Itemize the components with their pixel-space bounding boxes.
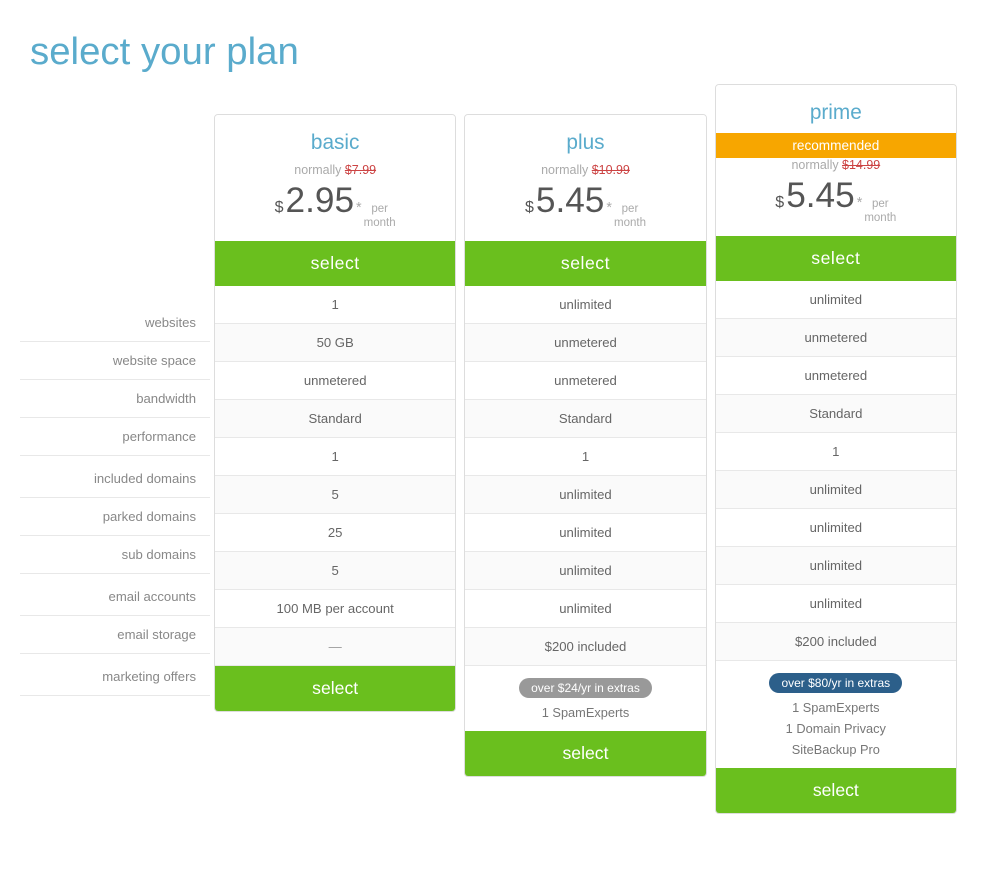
feature-label-marketing-offers: marketing offers (20, 658, 210, 696)
plus-original-price: $10.99 (592, 163, 630, 177)
prime-recommended-badge: recommended (716, 133, 956, 158)
feature-label-bandwidth: bandwidth (20, 380, 210, 418)
plus-feature-bandwidth: unmetered (465, 362, 705, 400)
prime-normally: normally $14.99 (726, 158, 946, 172)
prime-extras: over $80/yr in extras 1 SpamExperts 1 Do… (716, 661, 956, 768)
prime-feature-email-accounts: unlimited (716, 547, 956, 585)
plus-price-amount: 5.45 (536, 181, 605, 221)
plus-feature-marketing: $200 included (465, 628, 705, 666)
basic-feature-performance: Standard (215, 400, 455, 438)
feature-label-email-storage: email storage (20, 616, 210, 654)
plus-price-dollar: $ (525, 199, 534, 217)
basic-select-bottom[interactable]: select (215, 666, 455, 711)
basic-select-top[interactable]: select (215, 241, 455, 286)
feature-label-website-space: website space (20, 342, 210, 380)
prime-header: normally $14.99 $ 5.45 * permonth (716, 158, 956, 236)
basic-feature-email-storage: 100 MB per account (215, 590, 455, 628)
prime-feature-included-domains: 1 (716, 433, 956, 471)
plus-feature-email-accounts: unlimited (465, 552, 705, 590)
prime-extras-item-2: 1 Domain Privacy (726, 718, 946, 739)
prime-feature-parked-domains: unlimited (716, 471, 956, 509)
basic-feature-parked-domains: 5 (215, 476, 455, 514)
prime-extras-badge: over $80/yr in extras (769, 673, 902, 693)
plan-basic: basic normally $7.99 $ 2.95 * permonth s… (214, 114, 456, 712)
feature-label-email-accounts: email accounts (20, 578, 210, 616)
basic-feature-bandwidth: unmetered (215, 362, 455, 400)
basic-feature-websites: 1 (215, 286, 455, 324)
prime-price-amount: 5.45 (786, 176, 855, 216)
basic-normally: normally $7.99 (225, 163, 445, 177)
plus-select-bottom[interactable]: select (465, 731, 705, 776)
prime-extras-item-3: SiteBackup Pro (726, 739, 946, 760)
plan-plus: plus normally $10.99 $ 5.45 * permonth s… (464, 114, 706, 777)
prime-feature-performance: Standard (716, 395, 956, 433)
basic-header: basic normally $7.99 $ 2.95 * permonth (215, 115, 455, 241)
plus-extras: over $24/yr in extras 1 SpamExperts (465, 666, 705, 731)
prime-select-top[interactable]: select (716, 236, 956, 281)
feature-labels-column: websites website space bandwidth perform… (20, 114, 210, 696)
page-title: select your plan (20, 30, 961, 74)
plus-price-per: permonth (614, 203, 646, 231)
basic-feature-email-accounts: 5 (215, 552, 455, 590)
basic-original-price: $7.99 (345, 163, 376, 177)
basic-price-amount: 2.95 (286, 181, 355, 221)
prime-feature-marketing: $200 included (716, 623, 956, 661)
plus-price-row: $ 5.45 * permonth (475, 181, 695, 231)
feature-label-websites: websites (20, 304, 210, 342)
feature-label-included-domains: included domains (20, 460, 210, 498)
prime-feature-sub-domains: unlimited (716, 509, 956, 547)
plan-prime: prime recommended normally $14.99 $ 5.45… (715, 84, 957, 814)
plus-extras-item-1: 1 SpamExperts (475, 702, 695, 723)
basic-price-per: permonth (364, 203, 396, 231)
basic-price-row: $ 2.95 * permonth (225, 181, 445, 231)
plus-feature-websites: unlimited (465, 286, 705, 324)
basic-feature-marketing: — (215, 628, 455, 666)
basic-feature-sub-domains: 25 (215, 514, 455, 552)
feature-label-sub-domains: sub domains (20, 536, 210, 574)
prime-feature-space: unmetered (716, 319, 956, 357)
prime-feature-bandwidth: unmetered (716, 357, 956, 395)
feature-label-performance: performance (20, 418, 210, 456)
basic-plan-name: basic (225, 131, 445, 155)
prime-asterisk: * (857, 195, 863, 211)
plus-feature-parked-domains: unlimited (465, 476, 705, 514)
plus-header: plus normally $10.99 $ 5.45 * permonth (465, 115, 705, 241)
prime-original-price: $14.99 (842, 158, 880, 172)
plus-asterisk: * (606, 200, 612, 216)
prime-price-row: $ 5.45 * permonth (726, 176, 946, 226)
prime-extras-item-1: 1 SpamExperts (726, 697, 946, 718)
basic-asterisk: * (356, 200, 362, 216)
plus-feature-sub-domains: unlimited (465, 514, 705, 552)
prime-plan-name-container: prime (716, 85, 956, 133)
feature-label-parked-domains: parked domains (20, 498, 210, 536)
plus-feature-performance: Standard (465, 400, 705, 438)
plus-extras-badge: over $24/yr in extras (519, 678, 652, 698)
plus-feature-included-domains: 1 (465, 438, 705, 476)
plus-feature-space: unmetered (465, 324, 705, 362)
prime-price-per: permonth (864, 198, 896, 226)
prime-plan-name: prime (726, 101, 946, 125)
basic-feature-space: 50 GB (215, 324, 455, 362)
prime-price-dollar: $ (775, 194, 784, 212)
basic-price-dollar: $ (275, 199, 284, 217)
plans-container: websites website space bandwidth perform… (20, 114, 961, 814)
basic-feature-included-domains: 1 (215, 438, 455, 476)
plus-feature-email-storage: unlimited (465, 590, 705, 628)
prime-feature-websites: unlimited (716, 281, 956, 319)
prime-select-bottom[interactable]: select (716, 768, 956, 813)
prime-feature-email-storage: unlimited (716, 585, 956, 623)
plus-normally: normally $10.99 (475, 163, 695, 177)
plus-plan-name: plus (475, 131, 695, 155)
plus-select-top[interactable]: select (465, 241, 705, 286)
